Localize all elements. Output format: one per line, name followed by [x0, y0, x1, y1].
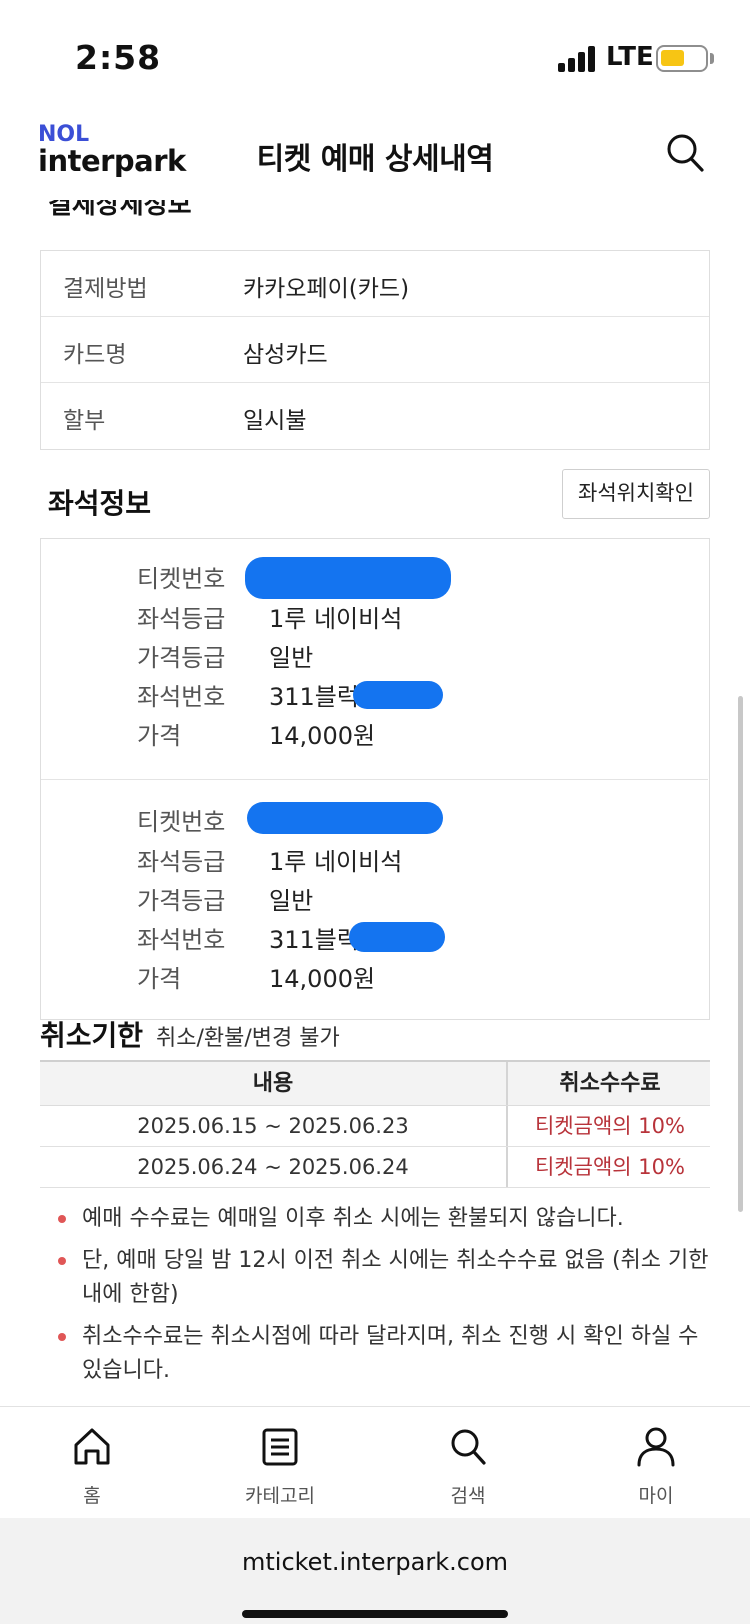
nav-label: 카테고리 [245, 1485, 315, 1507]
table-row: 2025.06.24 ~ 2025.06.24 티켓금액의 10% [40, 1147, 710, 1188]
seat-grade-value: 1루 네이비석 [269, 848, 403, 876]
network-type: LTE [606, 42, 654, 72]
list-item: 예매 수수료는 예매일 이후 취소 시에는 환불되지 않습니다. [52, 1202, 712, 1236]
nav-my[interactable]: 마이 [596, 1407, 716, 1519]
payment-row: 카드명 삼성카드 [41, 317, 709, 383]
page-title: 티켓 예매 상세내역 [256, 142, 494, 177]
status-time: 2:58 [75, 38, 162, 77]
search-icon [451, 1429, 486, 1465]
payment-row-value: 카카오페이(카드) [243, 276, 410, 302]
scrollbar[interactable] [738, 696, 743, 1212]
price-grade-label: 가격등급 [137, 887, 226, 915]
ticket-card: 티켓번호 좌석등급 1루 네이비석 가격등급 일반 좌석번호 311블럭 가격 … [41, 779, 708, 1019]
seat-number-label: 좌석번호 [137, 926, 226, 954]
payment-table: 결제방법 카카오페이(카드) 카드명 삼성카드 할부 일시불 [40, 250, 710, 450]
fee-amount: 티켓금액의 10% [535, 1114, 685, 1138]
fee-period: 2025.06.15 ~ 2025.06.23 [40, 1106, 508, 1146]
price-grade-value: 일반 [269, 644, 314, 672]
fee-table-header: 내용 취소수수료 [40, 1062, 710, 1106]
redaction-mask [247, 802, 443, 834]
category-icon [262, 1428, 298, 1466]
battery-level [661, 50, 684, 66]
payment-row-label: 할부 [63, 408, 106, 434]
list-item: 취소수수료는 취소시점에 따라 달라지며, 취소 진행 시 확인 하실 수 있습… [52, 1320, 712, 1388]
nav-search[interactable]: 검색 [408, 1407, 528, 1519]
redaction-mask [349, 922, 445, 952]
nav-label: 홈 [83, 1485, 101, 1507]
browser-url-bar[interactable]: mticket.interpark.com [0, 1518, 750, 1624]
nav-label: 마이 [638, 1485, 674, 1507]
person-icon [637, 1427, 675, 1467]
nav-label: 검색 [450, 1485, 486, 1507]
signal-strength-icon [558, 46, 598, 72]
table-row: 2025.06.15 ~ 2025.06.23 티켓금액의 10% [40, 1106, 710, 1147]
nav-home[interactable]: 홈 [32, 1407, 152, 1519]
ticket-card: 티켓번호 좌석등급 1루 네이비석 가격등급 일반 좌석번호 311블럭 가격 … [41, 539, 708, 779]
seat-location-button[interactable]: 좌석위치확인 [562, 469, 710, 519]
seat-number-value: 311블럭 [269, 683, 359, 711]
seat-number-value: 311블럭 [269, 926, 359, 954]
payment-row-value: 삼성카드 [243, 342, 328, 368]
url-text: mticket.interpark.com [241, 1548, 508, 1576]
seat-grade-label: 좌석등급 [137, 605, 226, 633]
payment-row: 결제방법 카카오페이(카드) [41, 251, 709, 317]
seat-info-box: 티켓번호 좌석등급 1루 네이비석 가격등급 일반 좌석번호 311블럭 가격 … [40, 538, 710, 1020]
price-label: 가격 [137, 722, 182, 750]
payment-row-label: 카드명 [63, 342, 127, 368]
cancel-deadline-title: 취소기한 [40, 1019, 144, 1052]
price-grade-value: 일반 [269, 887, 314, 915]
cancel-notes: 예매 수수료는 예매일 이후 취소 시에는 환불되지 않습니다. 단, 예매 당… [52, 1202, 712, 1396]
battery-icon [656, 45, 708, 72]
header-search-button[interactable] [666, 132, 706, 176]
fee-header-fee: 취소수수료 [559, 1071, 661, 1096]
seat-number-label: 좌석번호 [137, 683, 226, 711]
price-value: 14,000원 [269, 965, 376, 993]
fee-period: 2025.06.24 ~ 2025.06.24 [40, 1147, 508, 1187]
list-item: 단, 예매 당일 밤 12시 이전 취소 시에는 취소수수료 없음 (취소 기한… [52, 1244, 712, 1312]
price-label: 가격 [137, 965, 182, 993]
battery-cap [710, 53, 714, 64]
search-icon [667, 134, 704, 172]
redaction-mask [353, 681, 443, 709]
payment-row-label: 결제방법 [63, 276, 148, 302]
seat-section-title: 좌석정보 [48, 487, 152, 520]
redaction-mask [245, 557, 451, 599]
bottom-nav: 홈 카테고리 검색 마이 [0, 1406, 750, 1518]
fee-amount: 티켓금액의 10% [535, 1155, 685, 1179]
home-icon [74, 1428, 110, 1465]
price-value: 14,000원 [269, 722, 376, 750]
app-header: NOL interpark 티켓 예매 상세내역 [0, 110, 750, 200]
home-indicator[interactable] [242, 1610, 508, 1618]
seat-grade-value: 1루 네이비석 [269, 605, 403, 633]
nav-category[interactable]: 카테고리 [220, 1407, 340, 1519]
seat-grade-label: 좌석등급 [137, 848, 226, 876]
ticket-number-label: 티켓번호 [137, 565, 226, 593]
fee-header-content: 내용 [40, 1062, 508, 1105]
content-scroll-area[interactable]: 결제상세정보 결제방법 카카오페이(카드) 카드명 삼성카드 할부 일시불 좌석… [0, 196, 750, 1406]
price-grade-label: 가격등급 [137, 644, 226, 672]
cancel-deadline-subtitle: 취소/환불/변경 불가 [156, 1026, 340, 1051]
payment-row: 할부 일시불 [41, 383, 709, 449]
payment-row-value: 일시불 [243, 408, 307, 434]
ticket-number-label: 티켓번호 [137, 808, 226, 836]
status-bar: 2:58 LTE [0, 0, 750, 110]
cancel-fee-table: 내용 취소수수료 2025.06.15 ~ 2025.06.23 티켓금액의 1… [40, 1060, 710, 1188]
